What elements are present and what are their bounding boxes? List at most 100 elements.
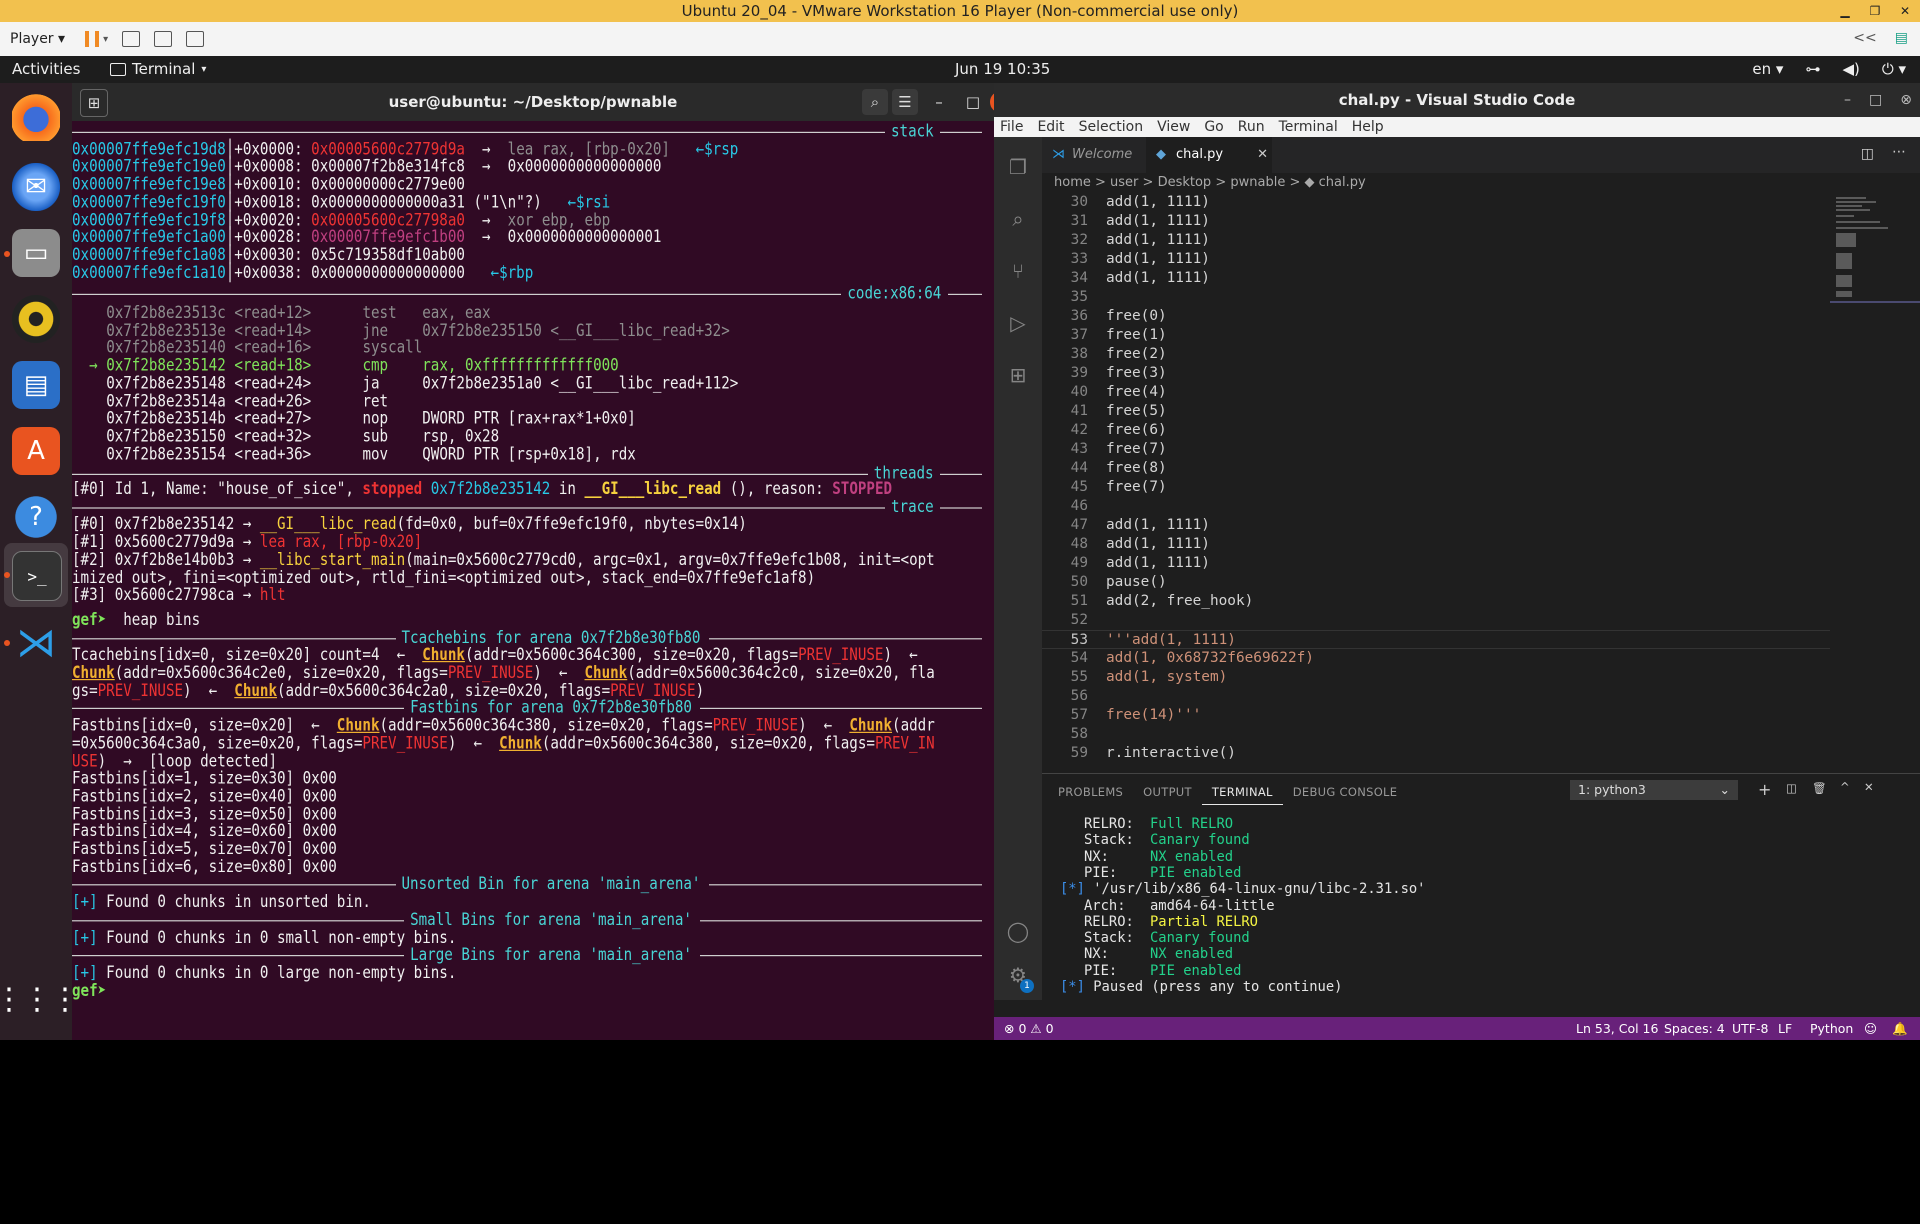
menu-view[interactable]: View bbox=[1157, 117, 1190, 137]
code-line[interactable]: 42 free(6) bbox=[1042, 421, 1830, 440]
run-debug-icon[interactable]: ▷ bbox=[1006, 311, 1030, 335]
pause-icon[interactable] bbox=[85, 31, 100, 47]
code-line[interactable]: 53 '''add(1, 1111) bbox=[1042, 630, 1830, 649]
tab-output[interactable]: OUTPUT bbox=[1133, 785, 1202, 799]
tab-problems[interactable]: PROBLEMS bbox=[1048, 785, 1133, 799]
cursor-position[interactable]: Ln 53, Col 16 bbox=[1576, 1017, 1658, 1040]
code-line[interactable]: 40 free(4) bbox=[1042, 383, 1830, 402]
language-mode[interactable]: Python bbox=[1810, 1017, 1853, 1040]
code-line[interactable]: 43 free(7) bbox=[1042, 440, 1830, 459]
code-line[interactable]: 48 add(1, 1111) bbox=[1042, 535, 1830, 554]
code-line[interactable]: 37 free(1) bbox=[1042, 326, 1830, 345]
code-line[interactable]: 38 free(2) bbox=[1042, 345, 1830, 364]
code-line[interactable]: 50 pause() bbox=[1042, 573, 1830, 592]
end-of-line[interactable]: LF bbox=[1778, 1017, 1792, 1040]
search-icon[interactable]: ⌕ bbox=[862, 89, 888, 115]
close-icon[interactable]: ✕ bbox=[1890, 0, 1920, 22]
menu-go[interactable]: Go bbox=[1204, 117, 1223, 137]
writer-icon[interactable]: ▤ bbox=[12, 361, 60, 409]
menu-terminal[interactable]: Terminal bbox=[1279, 117, 1338, 137]
indentation[interactable]: Spaces: 4 bbox=[1664, 1017, 1725, 1040]
terminal-icon[interactable]: >_ bbox=[12, 551, 62, 601]
code-line[interactable]: 44 free(8) bbox=[1042, 459, 1830, 478]
menu-selection[interactable]: Selection bbox=[1079, 117, 1144, 137]
code-line[interactable]: 31 add(1, 1111) bbox=[1042, 212, 1830, 231]
menu-run[interactable]: Run bbox=[1238, 117, 1265, 137]
code-line[interactable]: 56 bbox=[1042, 687, 1830, 706]
chevron-down-icon[interactable]: ▾ bbox=[103, 34, 108, 45]
terminal-window[interactable]: ⊞ user@ubuntu: ~/Desktop/pwnable ⌕ ☰ – □… bbox=[72, 83, 1012, 1040]
feedback-icon[interactable]: ☺ bbox=[1864, 1017, 1877, 1040]
code-editor[interactable]: 30 add(1, 1111) 31 add(1, 1111) 32 add(1, 111… bbox=[1042, 193, 1830, 773]
rhythmbox-icon[interactable] bbox=[12, 295, 60, 343]
notifications-icon[interactable]: 🔔 bbox=[1892, 1017, 1908, 1040]
minimize-icon[interactable]: ▁ bbox=[1830, 0, 1860, 22]
maximize-icon[interactable]: □ bbox=[960, 89, 986, 115]
app-menu[interactable]: Terminal ▾ bbox=[110, 60, 206, 78]
minimize-icon[interactable]: – bbox=[926, 89, 952, 115]
code-line[interactable]: 45 free(7) bbox=[1042, 478, 1830, 497]
code-line[interactable]: 39 free(3) bbox=[1042, 364, 1830, 383]
tab-debug-console[interactable]: DEBUG CONSOLE bbox=[1283, 785, 1408, 799]
help-icon[interactable]: ? bbox=[12, 493, 60, 541]
integrated-terminal[interactable]: RELRO: Full RELRO Stack: Canary found NX: NX … bbox=[1042, 810, 1920, 1001]
maximize-icon[interactable]: □ bbox=[1869, 83, 1882, 117]
code-line[interactable]: 35 bbox=[1042, 288, 1830, 307]
code-line[interactable]: 49 add(1, 1111) bbox=[1042, 554, 1830, 573]
terminal-select[interactable]: 1: python3 ⌄ bbox=[1570, 780, 1738, 800]
minimize-icon[interactable]: – bbox=[1844, 83, 1851, 117]
fullscreen-icon[interactable] bbox=[154, 31, 173, 47]
code-line[interactable]: 36 free(0) bbox=[1042, 307, 1830, 326]
minimap[interactable] bbox=[1830, 193, 1920, 773]
menu-help[interactable]: Help bbox=[1352, 117, 1384, 137]
code-line[interactable]: 58 bbox=[1042, 725, 1830, 744]
code-line[interactable]: 33 add(1, 1111) bbox=[1042, 250, 1830, 269]
code-line[interactable]: 57 free(14)''' bbox=[1042, 706, 1830, 725]
encoding[interactable]: UTF-8 bbox=[1732, 1017, 1768, 1040]
menu-edit[interactable]: Edit bbox=[1037, 117, 1064, 137]
thunderbird-icon[interactable]: ✉ bbox=[12, 163, 60, 211]
volume-icon[interactable]: ◀) bbox=[1842, 60, 1859, 78]
close-panel-icon[interactable]: ✕ bbox=[1864, 780, 1874, 794]
library-icon[interactable]: ▤ bbox=[1895, 30, 1908, 46]
new-terminal-icon[interactable]: + bbox=[1758, 780, 1771, 799]
maximize-panel-icon[interactable]: ^ bbox=[1840, 780, 1850, 794]
explorer-icon[interactable]: ❐ bbox=[1006, 155, 1030, 179]
activities-button[interactable]: Activities bbox=[12, 60, 80, 78]
code-line[interactable]: 59 r.interactive() bbox=[1042, 744, 1830, 763]
send-ctrl-alt-del-icon[interactable] bbox=[122, 31, 141, 47]
terminal-output[interactable]: stack 0x00007ffe9efc19d8│+0x0000: 0x00005… bbox=[72, 121, 994, 1224]
collapse-toolbar-icon[interactable]: << bbox=[1853, 30, 1876, 46]
breadcrumb-item[interactable]: user bbox=[1110, 175, 1138, 190]
power-icon[interactable]: ⏻ ▾ bbox=[1882, 60, 1906, 78]
code-line[interactable]: 55 add(1, system) bbox=[1042, 668, 1830, 687]
close-icon[interactable]: ✕ bbox=[1257, 137, 1268, 173]
breadcrumb-item[interactable]: pwnable bbox=[1230, 175, 1285, 190]
firefox-icon[interactable] bbox=[12, 93, 60, 141]
code-line[interactable]: 51 add(2, free_hook) bbox=[1042, 592, 1830, 611]
extensions-icon[interactable]: ⊞ bbox=[1006, 363, 1030, 387]
language-indicator[interactable]: en ▾ bbox=[1752, 60, 1783, 78]
software-center-icon[interactable]: A bbox=[12, 427, 60, 475]
breadcrumb-item[interactable]: home bbox=[1054, 175, 1091, 190]
tab-terminal[interactable]: TERMINAL bbox=[1201, 780, 1283, 805]
show-apps-icon[interactable]: ⋮⋮⋮ bbox=[0, 975, 80, 1023]
source-control-icon[interactable]: ⑂ bbox=[1006, 259, 1030, 283]
vscode-icon[interactable]: ⋊ bbox=[12, 619, 60, 667]
code-line[interactable]: 30 add(1, 1111) bbox=[1042, 193, 1830, 212]
code-line[interactable]: 32 add(1, 1111) bbox=[1042, 231, 1830, 250]
account-icon[interactable]: ◯ bbox=[1006, 919, 1030, 943]
code-line[interactable]: 54 add(1, 0x68732f6e69622f) bbox=[1042, 649, 1830, 668]
trash-icon[interactable]: 🗑 bbox=[1812, 781, 1827, 795]
code-line[interactable]: 47 add(1, 1111) bbox=[1042, 516, 1830, 535]
split-editor-icon[interactable]: ◫ bbox=[1861, 146, 1874, 162]
code-line[interactable]: 41 free(5) bbox=[1042, 402, 1830, 421]
search-icon[interactable]: ⌕ bbox=[1006, 207, 1030, 231]
files-icon[interactable]: ▭ bbox=[12, 229, 60, 277]
player-menu-button[interactable]: Player ▾ bbox=[10, 31, 65, 47]
code-line[interactable]: 34 add(1, 1111) bbox=[1042, 269, 1830, 288]
more-actions-icon[interactable]: ⋯ bbox=[1892, 144, 1906, 160]
tab-chal-py[interactable]: ◆ chal.py ✕ bbox=[1146, 137, 1272, 173]
close-icon[interactable]: ⊗ bbox=[1900, 83, 1912, 117]
network-icon[interactable]: ⊶ bbox=[1805, 60, 1820, 78]
